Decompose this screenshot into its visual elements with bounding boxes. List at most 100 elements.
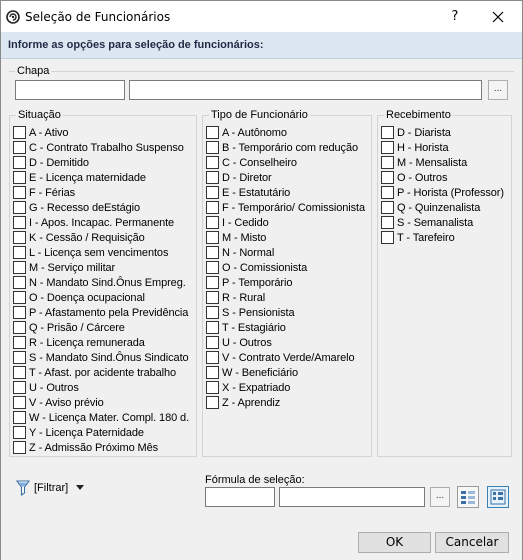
ok-button[interactable]: OK xyxy=(358,532,431,553)
checkbox[interactable] xyxy=(206,171,219,184)
formula-browse-button[interactable]: ... xyxy=(430,487,450,507)
recebimento-option[interactable]: T - Tarefeiro xyxy=(381,230,504,245)
checkbox[interactable] xyxy=(381,141,394,154)
tipo-option[interactable]: D - Diretor xyxy=(206,170,365,185)
tipo-option[interactable]: N - Normal xyxy=(206,245,365,260)
checkbox[interactable] xyxy=(206,336,219,349)
checkbox[interactable] xyxy=(13,321,26,334)
checkbox[interactable] xyxy=(13,441,26,454)
checkbox[interactable] xyxy=(13,201,26,214)
checkbox[interactable] xyxy=(13,336,26,349)
situacao-option[interactable]: Y - Licença Paternidade xyxy=(13,425,189,440)
tipo-option[interactable]: A - Autônomo xyxy=(206,125,365,140)
checkbox[interactable] xyxy=(206,246,219,259)
checkbox[interactable] xyxy=(206,216,219,229)
situacao-option[interactable]: K - Cessão / Requisição xyxy=(13,230,189,245)
situacao-option[interactable]: D - Demitido xyxy=(13,155,189,170)
tipo-option[interactable]: F - Temporário/ Comissionista xyxy=(206,200,365,215)
checkbox[interactable] xyxy=(13,231,26,244)
checkbox[interactable] xyxy=(381,201,394,214)
situacao-option[interactable]: P - Afastamento pela Previdência xyxy=(13,305,189,320)
situacao-option[interactable]: C - Contrato Trabalho Suspenso xyxy=(13,140,189,155)
checkbox[interactable] xyxy=(13,396,26,409)
situacao-option[interactable]: V - Aviso prévio xyxy=(13,395,189,410)
checkbox[interactable] xyxy=(13,261,26,274)
checkbox[interactable] xyxy=(381,171,394,184)
checkbox[interactable] xyxy=(381,231,394,244)
situacao-option[interactable]: S - Mandato Sind.Ônus Sindicato xyxy=(13,350,189,365)
checkbox[interactable] xyxy=(206,141,219,154)
checkbox[interactable] xyxy=(13,426,26,439)
checkbox[interactable] xyxy=(13,306,26,319)
view-list-button[interactable] xyxy=(457,486,479,508)
situacao-option[interactable]: A - Ativo xyxy=(13,125,189,140)
recebimento-option[interactable]: S - Semanalista xyxy=(381,215,504,230)
situacao-option[interactable]: T - Afast. por acidente trabalho xyxy=(13,365,189,380)
recebimento-option[interactable]: D - Diarista xyxy=(381,125,504,140)
checkbox[interactable] xyxy=(13,156,26,169)
checkbox[interactable] xyxy=(206,261,219,274)
situacao-option[interactable]: W - Licença Mater. Compl. 180 d. xyxy=(13,410,189,425)
checkbox[interactable] xyxy=(206,291,219,304)
checkbox[interactable] xyxy=(206,321,219,334)
tipo-option[interactable]: M - Misto xyxy=(206,230,365,245)
checkbox[interactable] xyxy=(381,186,394,199)
situacao-option[interactable]: L - Licença sem vencimentos xyxy=(13,245,189,260)
checkbox[interactable] xyxy=(381,126,394,139)
checkbox[interactable] xyxy=(13,351,26,364)
checkbox[interactable] xyxy=(13,411,26,424)
tipo-option[interactable]: U - Outros xyxy=(206,335,365,350)
checkbox[interactable] xyxy=(206,156,219,169)
situacao-option[interactable]: N - Mandato Sind.Ônus Empreg. xyxy=(13,275,189,290)
cancel-button[interactable]: Cancelar xyxy=(435,532,509,553)
checkbox[interactable] xyxy=(206,351,219,364)
title-bar[interactable]: Seleção de Funcionários ? xyxy=(1,1,522,32)
tipo-option[interactable]: B - Temporário com redução xyxy=(206,140,365,155)
situacao-option[interactable]: I - Apos. Incapac. Permanente xyxy=(13,215,189,230)
tipo-option[interactable]: X - Expatriado xyxy=(206,380,365,395)
checkbox[interactable] xyxy=(13,141,26,154)
tipo-option[interactable]: E - Estatutário xyxy=(206,185,365,200)
situacao-option[interactable]: Z - Admissão Próximo Mês xyxy=(13,440,189,455)
checkbox[interactable] xyxy=(13,246,26,259)
formula-code-input[interactable] xyxy=(205,487,275,507)
checkbox[interactable] xyxy=(13,291,26,304)
recebimento-option[interactable]: Q - Quinzenalista xyxy=(381,200,504,215)
view-grid-button[interactable] xyxy=(487,486,509,508)
situacao-option[interactable]: F - Férias xyxy=(13,185,189,200)
checkbox[interactable] xyxy=(13,381,26,394)
situacao-option[interactable]: Q - Prisão / Cárcere xyxy=(13,320,189,335)
situacao-option[interactable]: E - Licença maternidade xyxy=(13,170,189,185)
situacao-option[interactable]: O - Doença ocupacional xyxy=(13,290,189,305)
tipo-option[interactable]: Z - Aprendiz xyxy=(206,395,365,410)
chapa-from-input[interactable] xyxy=(15,80,125,100)
close-icon[interactable] xyxy=(483,5,513,29)
checkbox[interactable] xyxy=(206,366,219,379)
situacao-option[interactable]: G - Recesso deEstágio xyxy=(13,200,189,215)
tipo-option[interactable]: P - Temporário xyxy=(206,275,365,290)
checkbox[interactable] xyxy=(13,276,26,289)
checkbox[interactable] xyxy=(13,216,26,229)
recebimento-option[interactable]: M - Mensalista xyxy=(381,155,504,170)
checkbox[interactable] xyxy=(13,126,26,139)
chapa-to-input[interactable] xyxy=(129,80,482,100)
filter-dropdown[interactable]: [Filtrar] xyxy=(16,479,85,497)
checkbox[interactable] xyxy=(13,186,26,199)
help-button[interactable]: ? xyxy=(441,5,469,29)
checkbox[interactable] xyxy=(206,231,219,244)
checkbox[interactable] xyxy=(381,156,394,169)
tipo-option[interactable]: W - Beneficiário xyxy=(206,365,365,380)
situacao-option[interactable]: M - Serviço militar xyxy=(13,260,189,275)
checkbox[interactable] xyxy=(13,366,26,379)
tipo-option[interactable]: I - Cedido xyxy=(206,215,365,230)
tipo-option[interactable]: R - Rural xyxy=(206,290,365,305)
situacao-option[interactable]: R - Licença remunerada xyxy=(13,335,189,350)
checkbox[interactable] xyxy=(206,186,219,199)
tipo-option[interactable]: O - Comissionista xyxy=(206,260,365,275)
recebimento-option[interactable]: P - Horista (Professor) xyxy=(381,185,504,200)
tipo-option[interactable]: V - Contrato Verde/Amarelo xyxy=(206,350,365,365)
formula-description-input[interactable] xyxy=(279,487,425,507)
checkbox[interactable] xyxy=(206,381,219,394)
checkbox[interactable] xyxy=(206,396,219,409)
recebimento-option[interactable]: H - Horista xyxy=(381,140,504,155)
